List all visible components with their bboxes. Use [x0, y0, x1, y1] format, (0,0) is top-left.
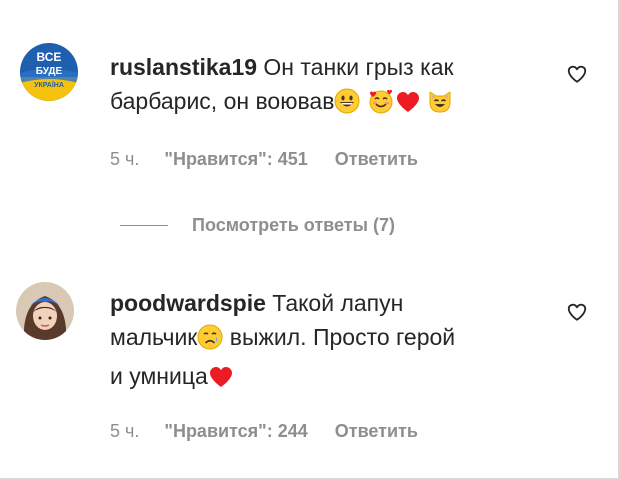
comment-time: 5 ч.	[110, 421, 140, 441]
like-button[interactable]	[566, 63, 588, 85]
sad-relieved-face-icon	[197, 324, 223, 359]
red-heart-icon	[395, 89, 421, 123]
comment-time: 5 ч.	[110, 149, 140, 169]
avatar-text-line: БУДЕ	[36, 66, 63, 77]
red-heart-icon	[208, 364, 234, 398]
smiling-face-with-hearts-icon	[367, 88, 395, 123]
reply-button[interactable]: Ответить	[335, 421, 418, 441]
comment-body-line: барбарис, он воював	[110, 88, 335, 114]
avatar[interactable]: ВСЕ БУДЕ УКРАЇНА	[20, 43, 78, 101]
comment-body-line: Такой лапун	[272, 290, 404, 316]
avatar-text-line: ВСЕ	[37, 50, 62, 64]
view-replies-button[interactable]: Посмотреть ответы (7)	[120, 212, 395, 238]
comment-body-line: Он танки грыз как	[263, 54, 454, 80]
heart-outline-icon	[567, 303, 587, 321]
comment-likes[interactable]: "Нравится": 451	[164, 149, 307, 169]
view-replies-divider	[120, 224, 168, 226]
comment-meta: 5 ч. "Нравится": 244 Ответить	[110, 421, 418, 442]
comment-meta: 5 ч. "Нравится": 451 Ответить	[110, 149, 418, 170]
comment-likes[interactable]: "Нравится": 244	[164, 421, 307, 441]
comment-body-line: выжил. Просто герой	[223, 324, 456, 350]
view-replies-label: Посмотреть ответы (7)	[192, 214, 395, 235]
comment-username[interactable]: ruslanstika19	[110, 54, 257, 80]
like-button[interactable]	[566, 301, 588, 323]
avatar[interactable]	[16, 282, 74, 340]
grinning-face-icon	[334, 88, 360, 123]
comment-text: ruslanstika19 Он танки грыз как барбарис…	[110, 50, 560, 123]
comment-text: poodwardspie Такой лапун мальчик выжил. …	[110, 286, 560, 398]
avatar-text-line: УКРАЇНА	[34, 81, 64, 89]
comments-panel: ВСЕ БУДЕ УКРАЇНА ruslanstika19 Он танки …	[0, 0, 620, 480]
reply-button[interactable]: Ответить	[335, 149, 418, 169]
comment-body-line: мальчик	[110, 324, 198, 350]
comment-body-line: и умница	[110, 363, 208, 389]
comment-username[interactable]: poodwardspie	[110, 290, 266, 316]
heart-outline-icon	[567, 65, 587, 83]
cat-face-icon	[427, 88, 453, 123]
